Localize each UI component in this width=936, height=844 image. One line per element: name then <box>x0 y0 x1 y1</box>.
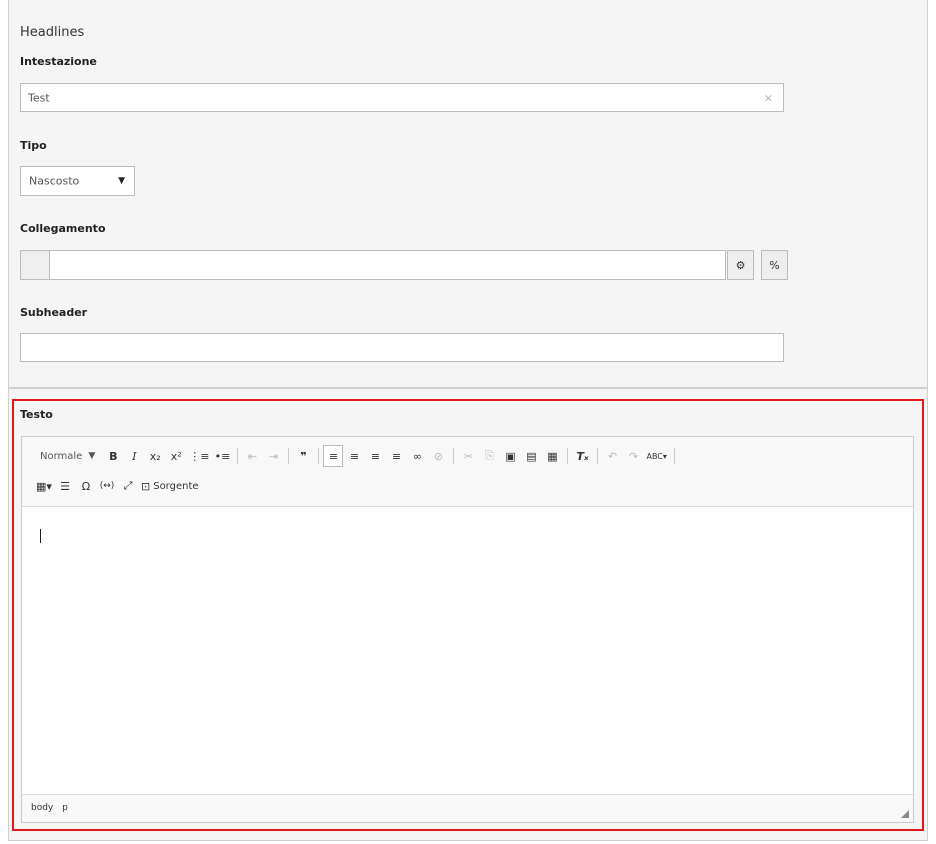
link-wizard-button[interactable]: % <box>761 250 788 280</box>
indent-button[interactable]: ⇥ <box>263 445 283 467</box>
toolbar-separator <box>237 448 239 464</box>
unlink-button[interactable]: ⊘ <box>428 445 448 467</box>
align-left-button[interactable]: ≡ <box>323 445 344 467</box>
align-justify-button[interactable]: ≡ <box>386 445 406 467</box>
paste-text-button[interactable]: ▤ <box>521 445 541 467</box>
source-button[interactable]: ⊡ Sorgente <box>139 475 202 497</box>
outdent-button[interactable]: ⇤ <box>242 445 262 467</box>
path-item-p[interactable]: p <box>62 803 68 813</box>
editor-toolbar: Normale ▼ B I x₂ x² ⋮≡ •≡ ⇤ ⇥ ❞ ≡ ≡ ≡ ≡ … <box>22 437 913 507</box>
numbered-list-button[interactable]: ⋮≡ <box>187 445 211 467</box>
tipo-value: Nascosto <box>29 174 80 188</box>
toolbar-separator <box>567 448 569 464</box>
remove-format-button[interactable]: Tₓ <box>572 445 592 467</box>
intestazione-label: Intestazione <box>20 55 97 68</box>
link-icon: % <box>769 258 780 272</box>
testo-field-highlight: Testo Normale ▼ B I x₂ x² ⋮≡ •≡ ⇤ ⇥ ❞ ≡ … <box>12 399 924 831</box>
toolbar-row-2: ▦▾ ☰ Ω (↔) ⤢ ⊡ Sorgente <box>34 475 203 497</box>
link-button[interactable]: ∞ <box>407 445 427 467</box>
collegamento-input[interactable] <box>49 250 726 280</box>
align-center-button[interactable]: ≡ <box>344 445 364 467</box>
horizontal-rule-button[interactable]: ☰ <box>55 475 75 497</box>
testo-label: Testo <box>20 408 53 421</box>
bold-button[interactable]: B <box>103 445 123 467</box>
toolbar-row-1: Normale ▼ B I x₂ x² ⋮≡ •≡ ⇤ ⇥ ❞ ≡ ≡ ≡ ≡ … <box>34 445 679 467</box>
toolbar-separator <box>318 448 320 464</box>
link-type-prefix <box>20 250 50 280</box>
resize-handle-icon[interactable] <box>901 810 909 818</box>
tipo-select[interactable]: Nascosto ▼ <box>20 166 135 196</box>
subheader-label: Subheader <box>20 306 88 319</box>
toolbar-separator <box>673 448 675 464</box>
link-browser-button[interactable]: ⚙ <box>727 250 754 280</box>
paste-button[interactable]: ▣ <box>500 445 520 467</box>
copy-button[interactable]: ⎘ <box>479 445 499 467</box>
editor-content-area[interactable] <box>22 507 913 795</box>
chevron-down-icon: ▼ <box>118 176 125 186</box>
text-caret <box>40 529 41 543</box>
collegamento-label: Collegamento <box>20 222 106 235</box>
cut-button[interactable]: ✂ <box>458 445 478 467</box>
superscript-button[interactable]: x² <box>166 445 186 467</box>
toolbar-separator <box>453 448 455 464</box>
path-item-body[interactable]: body <box>31 803 53 813</box>
rich-text-editor: Normale ▼ B I x₂ x² ⋮≡ •≡ ⇤ ⇥ ❞ ≡ ≡ ≡ ≡ … <box>21 436 914 823</box>
format-select[interactable]: Normale <box>34 451 88 462</box>
redo-button[interactable]: ↷ <box>623 445 643 467</box>
maximize-button[interactable]: ⤢ <box>118 475 138 497</box>
source-icon: ⊡ <box>141 479 151 493</box>
tipo-label: Tipo <box>20 139 47 152</box>
toolbar-separator <box>288 448 290 464</box>
editor-statusbar: body p <box>22 794 913 822</box>
link-browser-icon: ⚙ <box>735 258 746 272</box>
subheader-input[interactable] <box>20 333 784 362</box>
clear-icon[interactable]: × <box>764 91 773 104</box>
special-char-button[interactable]: Ω <box>76 475 96 497</box>
undo-button[interactable]: ↶ <box>602 445 622 467</box>
format-chevron-icon[interactable]: ▼ <box>88 451 95 461</box>
anchor-button[interactable]: (↔) <box>97 475 117 497</box>
paste-word-button[interactable]: ▦ <box>542 445 562 467</box>
table-button[interactable]: ▦▾ <box>34 475 54 497</box>
section-title: Headlines <box>20 25 85 40</box>
blockquote-button[interactable]: ❞ <box>293 445 313 467</box>
intestazione-value: Test <box>28 91 50 104</box>
subscript-button[interactable]: x₂ <box>145 445 165 467</box>
headlines-panel <box>8 0 928 388</box>
toolbar-separator <box>597 448 599 464</box>
element-path: body p <box>31 803 74 813</box>
align-right-button[interactable]: ≡ <box>365 445 385 467</box>
spellcheck-button[interactable]: ABC▾ <box>644 445 668 467</box>
source-label: Sorgente <box>153 480 199 492</box>
bulleted-list-button[interactable]: •≡ <box>212 445 232 467</box>
intestazione-input[interactable]: Test × <box>20 83 784 112</box>
italic-button[interactable]: I <box>124 445 144 467</box>
